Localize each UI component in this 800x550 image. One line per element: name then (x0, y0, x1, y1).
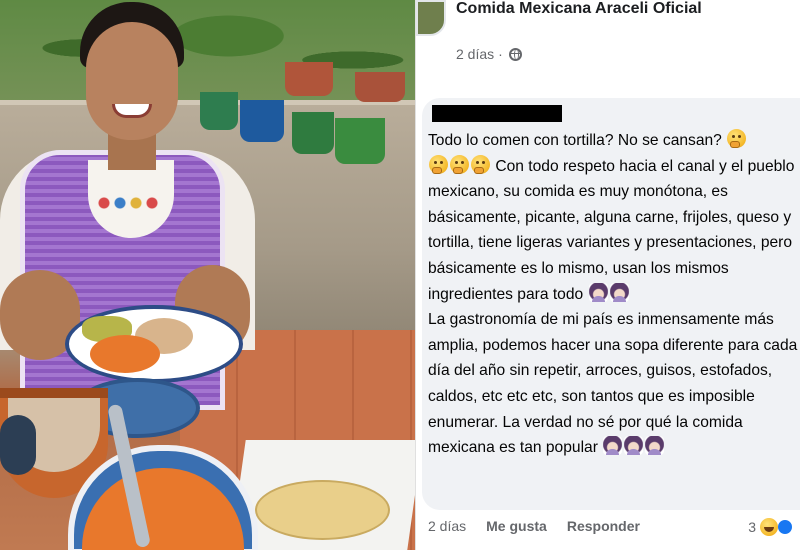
comment-text: Todo lo comen con tortilla? No se cansan… (428, 128, 800, 461)
like-icon (776, 518, 794, 536)
reaction-count: 3 (748, 519, 756, 535)
ladle (0, 415, 36, 475)
comment-actions: 2 días Me gusta Responder (428, 518, 640, 534)
woman-facepalming-icon (603, 436, 623, 456)
post-meta: 2 días · (456, 46, 522, 62)
comment-paragraph: Todo lo comen con tortilla? No se cansan… (428, 128, 800, 154)
globe-icon (508, 47, 522, 61)
reaction-summary[interactable]: 3 (748, 518, 794, 536)
flower-pot (335, 118, 385, 164)
flower-pot (355, 72, 405, 102)
woman-facepalming-icon (588, 282, 608, 302)
like-button[interactable]: Me gusta (486, 518, 547, 534)
post-header: Comida Mexicana Araceli Oficial 2 días · (416, 0, 800, 78)
thinking-face-icon (450, 154, 469, 174)
thinking-face-icon (471, 154, 490, 174)
woman-facepalming-icon (645, 436, 665, 456)
flower-pot (285, 62, 333, 96)
flower-pot (200, 92, 238, 130)
comment-bubble: Todo lo comen con tortilla? No se cansan… (422, 98, 800, 510)
thinking-face-icon (727, 129, 747, 148)
rice (90, 335, 160, 373)
facebook-panel: Comida Mexicana Araceli Oficial 2 días ·… (415, 0, 800, 550)
face (86, 22, 178, 140)
redacted-author-name (432, 105, 562, 122)
divider (416, 78, 800, 94)
woman-facepalming-icon (609, 282, 629, 302)
comment-paragraph: Con todo respeto hacia el canal y el pue… (428, 154, 800, 308)
comment-time[interactable]: 2 días (428, 518, 466, 534)
meta-separator: · (498, 46, 503, 62)
tortillas (255, 480, 390, 540)
thinking-face-icon (429, 154, 448, 174)
page-name[interactable]: Comida Mexicana Araceli Oficial (456, 0, 702, 18)
flower-pot (240, 100, 284, 142)
embroidery (96, 196, 166, 210)
reply-button[interactable]: Responder (567, 518, 640, 534)
flower-pot (292, 112, 334, 154)
haha-icon (760, 518, 778, 536)
page-avatar[interactable] (416, 0, 446, 36)
woman-facepalming-icon (624, 436, 644, 456)
food-photo (0, 0, 415, 550)
post-timestamp[interactable]: 2 días (456, 46, 494, 62)
comment-paragraph: La gastronomía de mi país es inmensament… (428, 311, 798, 457)
